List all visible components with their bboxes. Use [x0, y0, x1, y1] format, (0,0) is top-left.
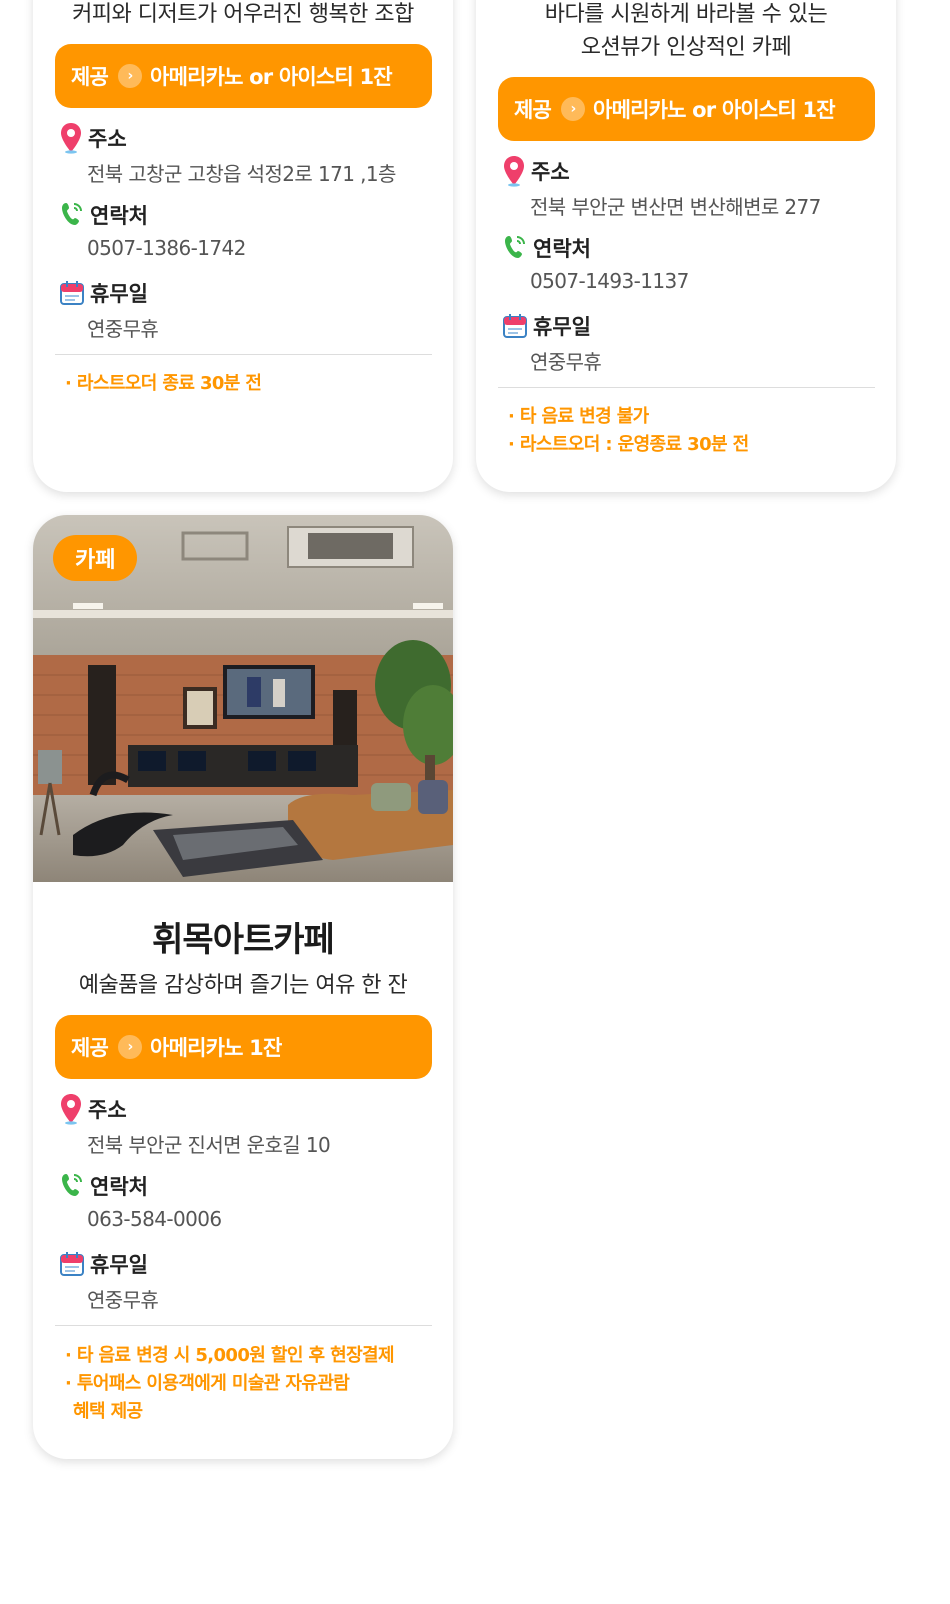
offer-item: 아메리카노 1잔	[150, 1036, 282, 1060]
offer-item: 아메리카노 or 아이스티 1잔	[150, 65, 393, 89]
divider	[498, 387, 875, 388]
calendar-icon	[503, 314, 527, 338]
location-pin-icon	[61, 1094, 81, 1125]
cafe-card-1: 커피와 디저트가 어우러진 행복한 조합 제공 › 아메리카노 or 아이스티 …	[33, 0, 453, 492]
cafe-card-2: 바다를 시원하게 바라볼 수 있는 오션뷰가 인상적인 카페 제공 › 아메리카…	[476, 0, 896, 492]
divider	[55, 354, 432, 355]
holiday-value: 연중무휴	[530, 350, 602, 374]
address-heading: 주소	[59, 1093, 127, 1125]
note-line: 혜택 제공	[73, 1401, 143, 1422]
note-line: · 타 음료 변경 불가	[508, 406, 649, 427]
location-pin-icon	[504, 156, 524, 187]
phone-icon	[505, 236, 525, 258]
offer-banner: 제공 › 아메리카노 1잔	[55, 1015, 432, 1079]
offer-prefix: 제공	[71, 65, 109, 89]
notes: · 타 음료 변경 불가 · 라스트오더 : 운영종료 30분 전	[508, 403, 880, 459]
chevron-right-icon: ›	[118, 1035, 143, 1059]
contact-value: 0507-1386-1742	[87, 236, 246, 260]
chevron-right-icon: ›	[118, 64, 143, 88]
holiday-heading: 휴무일	[59, 278, 148, 308]
cafe-interior-photo: 카페	[33, 515, 453, 882]
offer-prefix: 제공	[71, 1036, 109, 1060]
address-heading: 주소	[59, 122, 127, 154]
holiday-value: 연중무휴	[87, 317, 159, 341]
phone-icon	[62, 1174, 82, 1196]
cafe-description: 커피와 디저트가 어우러진 행복한 조합	[72, 2, 414, 27]
contact-value: 063-584-0006	[87, 1207, 222, 1231]
cafe-description: 예술품을 감상하며 즐기는 여유 한 잔	[78, 973, 408, 998]
chevron-right-icon: ›	[561, 97, 586, 121]
note-line: · 라스트오더 : 운영종료 30분 전	[508, 434, 749, 455]
note-line: · 투어패스 이용객에게 미술관 자유관람	[65, 1373, 350, 1394]
address-value: 전북 고창군 고창읍 석정2로 171 ,1층	[87, 162, 396, 186]
address-value: 전북 부안군 변산면 변산해변로 277	[530, 195, 821, 219]
holiday-heading: 휴무일	[502, 311, 591, 341]
note-line: · 라스트오더 종료 30분 전	[65, 373, 262, 394]
contact-heading: 연락처	[59, 1171, 148, 1201]
address-value: 전북 부안군 진서면 운호길 10	[87, 1133, 331, 1157]
note-line: · 타 음료 변경 시 5,000원 할인 후 현장결제	[65, 1345, 395, 1366]
divider	[55, 1325, 432, 1326]
cafe-name: 휘목아트카페	[152, 920, 335, 960]
holiday-heading: 휴무일	[59, 1249, 148, 1279]
category-badge: 카페	[53, 535, 138, 581]
offer-banner: 제공 › 아메리카노 or 아이스티 1잔	[55, 44, 432, 108]
cafe-description: 바다를 시원하게 바라볼 수 있는 오션뷰가 인상적인 카페	[544, 2, 828, 60]
calendar-icon	[60, 281, 84, 305]
cafe-card-3: 카페 휘목아트카페 예술품을 감상하며 즐기는 여유 한 잔 제공 › 아메리카…	[33, 515, 453, 1459]
notes: · 라스트오더 종료 30분 전	[65, 370, 437, 398]
address-heading: 주소	[502, 155, 570, 187]
offer-prefix: 제공	[514, 98, 552, 122]
holiday-value: 연중무휴	[87, 1288, 159, 1312]
contact-heading: 연락처	[502, 233, 591, 263]
contact-value: 0507-1493-1137	[530, 269, 689, 293]
notes: · 타 음료 변경 시 5,000원 할인 후 현장결제 · 투어패스 이용객에…	[65, 1342, 437, 1426]
offer-banner: 제공 › 아메리카노 or 아이스티 1잔	[498, 77, 875, 141]
contact-heading: 연락처	[59, 200, 148, 230]
calendar-icon	[60, 1252, 84, 1276]
phone-icon	[62, 203, 82, 225]
location-pin-icon	[61, 123, 81, 154]
offer-item: 아메리카노 or 아이스티 1잔	[593, 98, 836, 122]
